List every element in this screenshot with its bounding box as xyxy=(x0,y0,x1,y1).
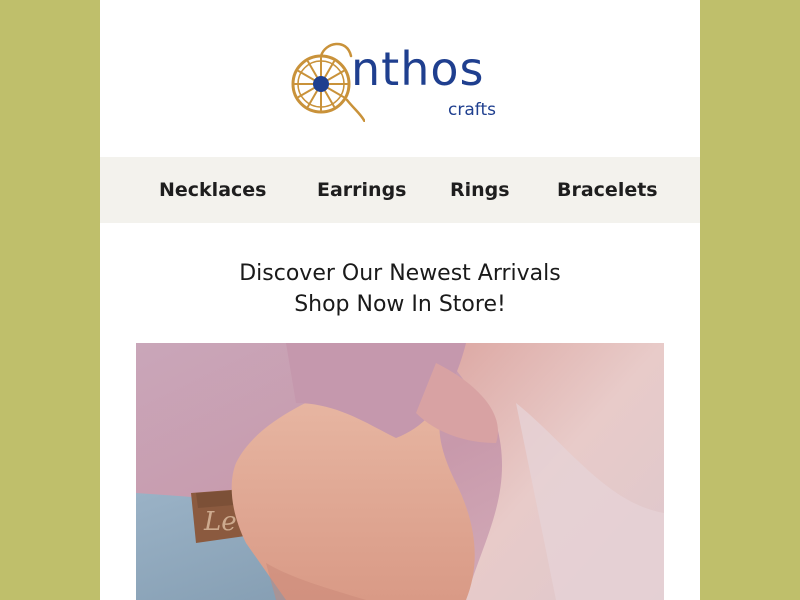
hero-patch-text: Le xyxy=(203,507,237,537)
promo-headline: Discover Our Newest Arrivals Shop Now In… xyxy=(100,258,700,320)
headline-line-2: Shop Now In Store! xyxy=(294,292,506,317)
brand-logo[interactable]: nthos crafts xyxy=(285,38,505,122)
hero-image[interactable]: Le xyxy=(136,343,664,600)
nav-item-necklaces[interactable]: Necklaces xyxy=(159,157,266,223)
category-nav: Necklaces Earrings Rings Bracelets xyxy=(100,157,700,223)
brand-subtitle: crafts xyxy=(448,100,496,120)
hero-photo: Le xyxy=(136,343,664,600)
headline-line-1: Discover Our Newest Arrivals xyxy=(239,261,561,286)
email-container: nthos crafts Necklaces Earrings Rings Br… xyxy=(100,0,700,600)
email-header: nthos crafts xyxy=(100,0,700,157)
nav-item-earrings[interactable]: Earrings xyxy=(317,157,407,223)
brand-name: nthos xyxy=(351,42,485,96)
nav-item-bracelets[interactable]: Bracelets xyxy=(557,157,658,223)
nav-item-rings[interactable]: Rings xyxy=(450,157,510,223)
